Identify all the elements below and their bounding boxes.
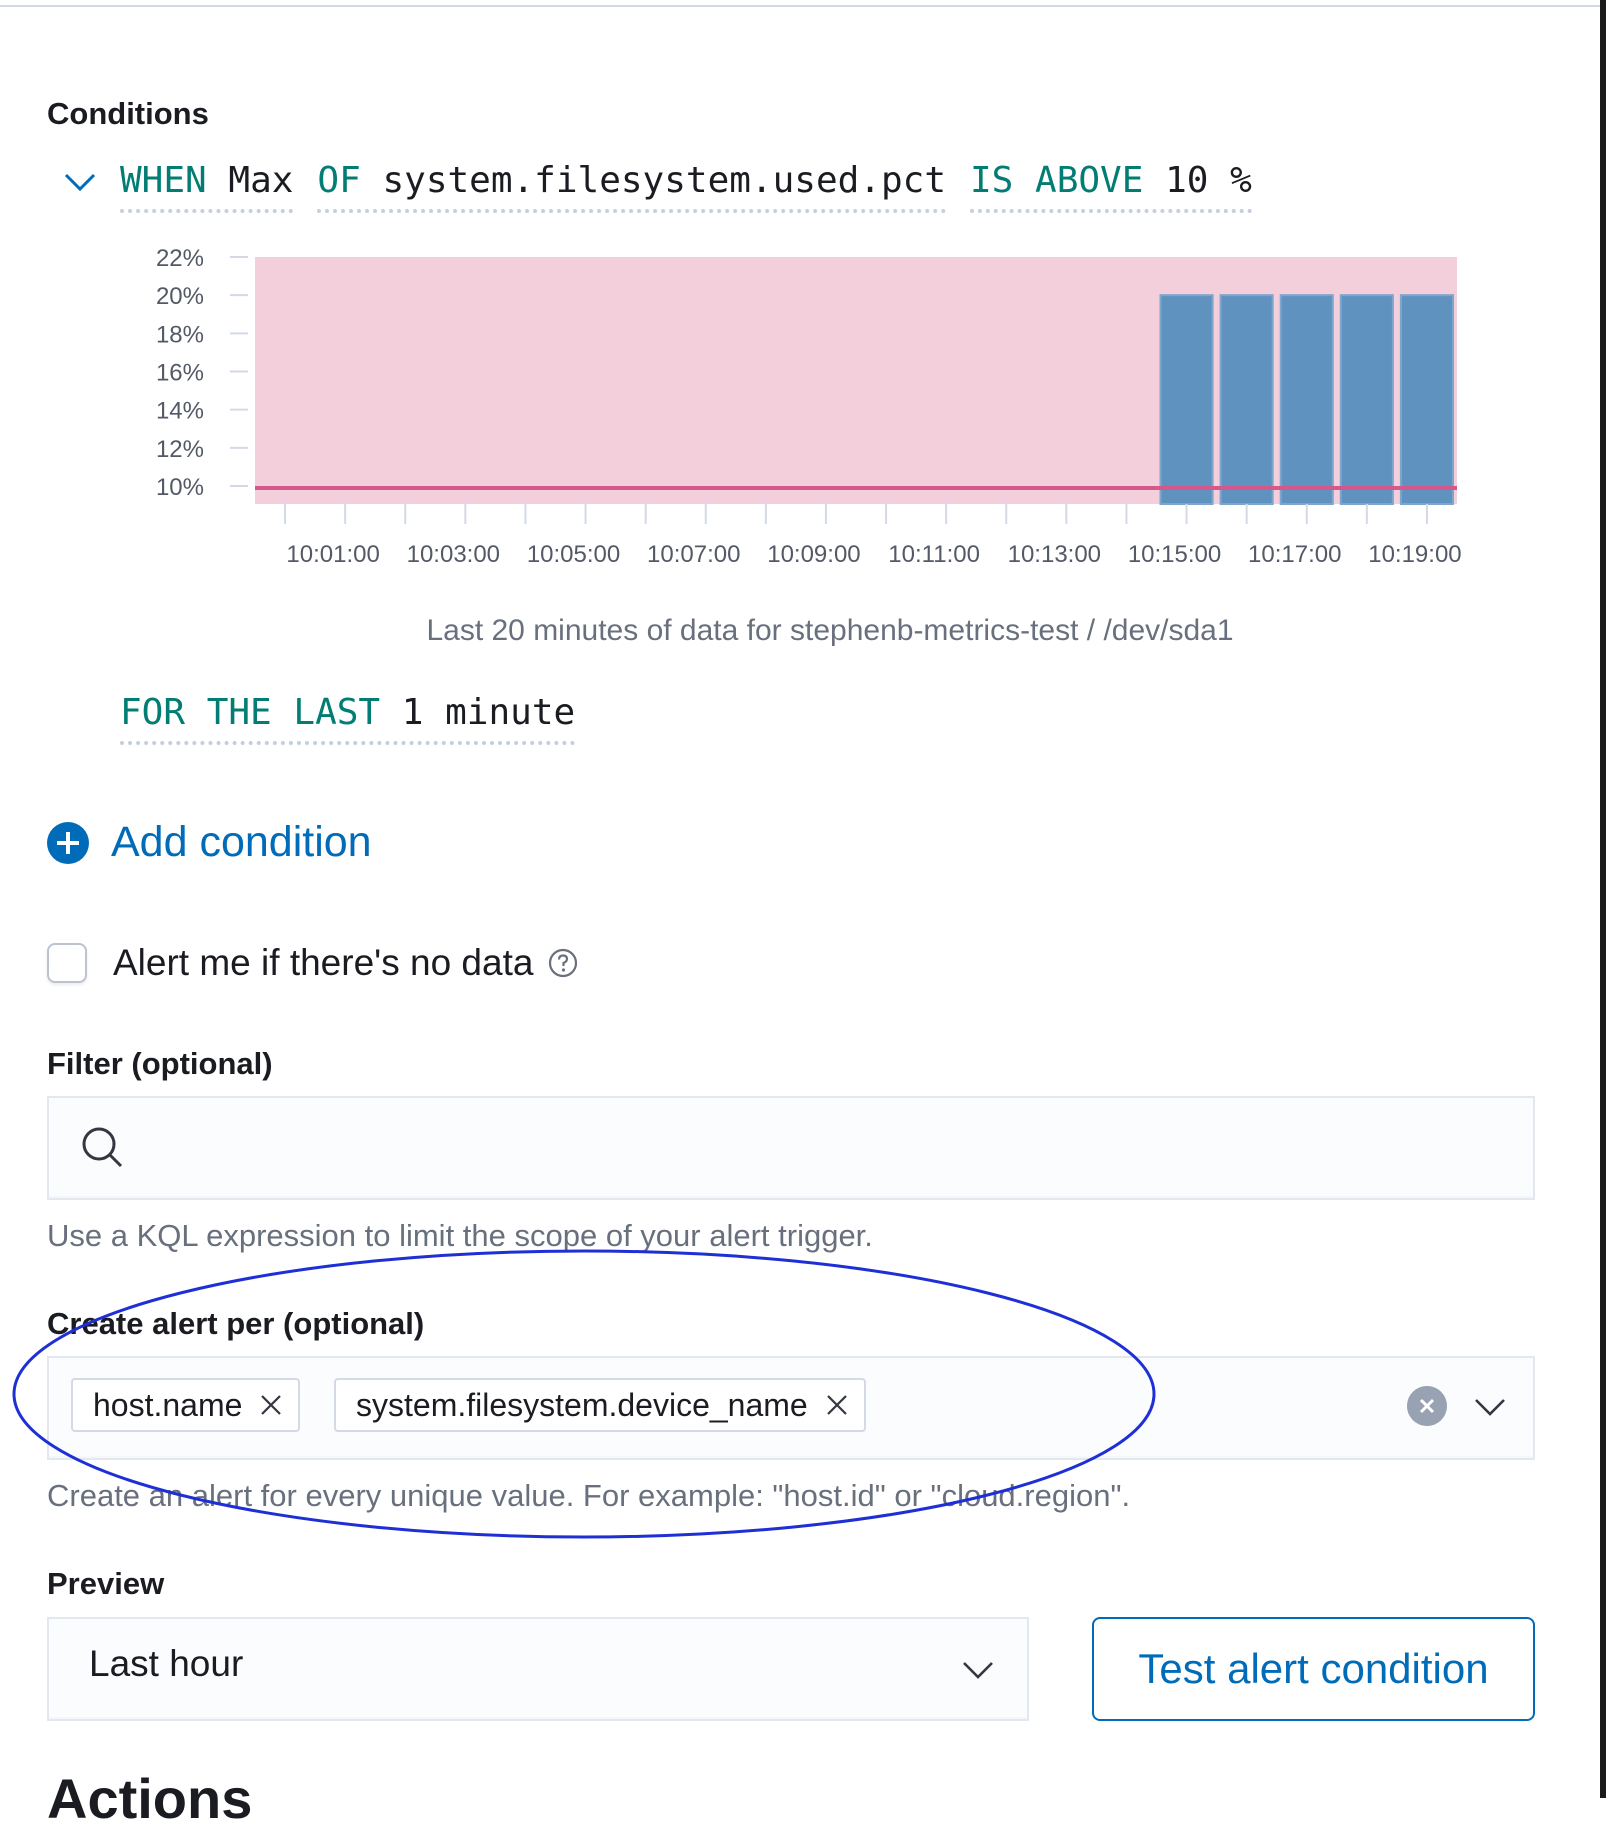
metric-selector[interactable]: OF system.filesystem.used.pct bbox=[317, 160, 946, 213]
condition-expression: WHEN Max OF system.filesystem.used.pct I… bbox=[60, 160, 1276, 220]
x-tick-label: 10:13:00 bbox=[1008, 541, 1101, 568]
group-by-pill: system.filesystem.device_name bbox=[334, 1378, 866, 1432]
threshold-unit: % bbox=[1230, 160, 1252, 201]
of-keyword: OF bbox=[317, 160, 361, 201]
preview-select[interactable]: Last hour bbox=[47, 1617, 1029, 1721]
x-tick-label: 10:07:00 bbox=[647, 541, 740, 568]
bar bbox=[1219, 294, 1274, 505]
y-tick-label: 20% bbox=[156, 283, 204, 310]
question-circle-icon[interactable] bbox=[547, 947, 579, 979]
actions-title: Actions bbox=[47, 1767, 253, 1830]
preview-label: Preview bbox=[47, 1566, 165, 1601]
x-tick-label: 10:17:00 bbox=[1248, 541, 1341, 568]
no-data-row: Alert me if there's no data bbox=[47, 942, 579, 984]
for-last-expression: FOR THE LAST 1 minute bbox=[120, 692, 599, 752]
metric-value: system.filesystem.used.pct bbox=[382, 160, 946, 201]
y-tick-label: 16% bbox=[156, 360, 204, 387]
threshold-region bbox=[255, 257, 1457, 504]
conditions-title: Conditions bbox=[47, 96, 209, 131]
close-icon[interactable] bbox=[824, 1392, 850, 1418]
bar bbox=[1339, 294, 1394, 505]
x-tick-label: 10:11:00 bbox=[888, 541, 980, 568]
duration-selector[interactable]: FOR THE LAST 1 minute bbox=[120, 692, 576, 745]
chart-caption: Last 20 minutes of data for stephenb-met… bbox=[426, 614, 1234, 647]
test-alert-condition-button[interactable]: Test alert condition bbox=[1092, 1617, 1535, 1721]
preview-selected-value: Last hour bbox=[89, 1643, 244, 1684]
chevron-down-icon[interactable] bbox=[1471, 1388, 1509, 1426]
x-tick-label: 10:05:00 bbox=[527, 541, 620, 568]
filter-label: Filter (optional) bbox=[47, 1046, 273, 1081]
x-tick-label: 10:19:00 bbox=[1368, 541, 1461, 568]
comparator-keyword: IS ABOVE bbox=[970, 160, 1144, 201]
x-tick-label: 10:01:00 bbox=[286, 541, 379, 568]
chevron-down-icon[interactable] bbox=[60, 162, 100, 202]
y-tick-label: 14% bbox=[156, 398, 204, 425]
aggregation-value: Max bbox=[228, 160, 294, 201]
group-by-label: Create alert per (optional) bbox=[47, 1306, 425, 1341]
close-icon[interactable] bbox=[258, 1392, 284, 1418]
x-tick-label: 10:09:00 bbox=[767, 541, 860, 568]
window-edge bbox=[1600, 0, 1606, 1798]
duration-value: 1 minute bbox=[401, 692, 576, 733]
pill-label: host.name bbox=[93, 1386, 243, 1423]
no-data-checkbox[interactable] bbox=[47, 943, 87, 983]
bar bbox=[1399, 294, 1455, 505]
chevron-down-icon bbox=[963, 1662, 993, 1679]
filter-field bbox=[47, 1096, 1535, 1200]
filter-helptext: Use a KQL expression to limit the scope … bbox=[47, 1218, 873, 1253]
when-keyword: WHEN bbox=[120, 160, 207, 201]
y-tick-label: 18% bbox=[156, 321, 204, 348]
aggregation-selector[interactable]: WHEN Max bbox=[120, 160, 294, 213]
x-tick-label: 10:15:00 bbox=[1128, 541, 1221, 568]
bar bbox=[1159, 294, 1214, 505]
pill-label: system.filesystem.device_name bbox=[356, 1386, 808, 1423]
preview-chart: 22% 20% 18% 16% 14% 12% 10% 10:01:00 10:03:00 10:… bbox=[120, 230, 1500, 605]
group-by-combobox[interactable]: host.name system.filesystem.device_name bbox=[47, 1356, 1535, 1460]
add-condition-button[interactable]: Add condition bbox=[47, 818, 372, 867]
top-divider bbox=[0, 0, 1600, 7]
x-tick-label: 10:03:00 bbox=[407, 541, 500, 568]
y-tick-label: 12% bbox=[156, 436, 204, 463]
threshold-value: 10 bbox=[1165, 160, 1209, 201]
y-tick-label: 22% bbox=[156, 245, 204, 272]
no-data-label: Alert me if there's no data bbox=[113, 942, 534, 983]
preview-chart-svg: 22% 20% 18% 16% 14% 12% 10% 10:01:00 10:03:00 10:… bbox=[156, 245, 1462, 568]
clear-all-icon[interactable] bbox=[1407, 1386, 1447, 1426]
add-condition-label: Add condition bbox=[111, 818, 372, 866]
filter-input[interactable] bbox=[159, 1118, 1503, 1176]
for-the-last-keyword: FOR THE LAST bbox=[120, 692, 381, 733]
group-by-helptext: Create an alert for every unique value. … bbox=[47, 1478, 1131, 1513]
y-tick-label: 10% bbox=[156, 474, 204, 501]
plus-circle-icon bbox=[47, 821, 89, 864]
bar bbox=[1279, 294, 1334, 505]
threshold-selector[interactable]: IS ABOVE 10 % bbox=[970, 160, 1252, 213]
search-icon bbox=[82, 1127, 123, 1168]
group-by-pill: host.name bbox=[71, 1378, 301, 1432]
